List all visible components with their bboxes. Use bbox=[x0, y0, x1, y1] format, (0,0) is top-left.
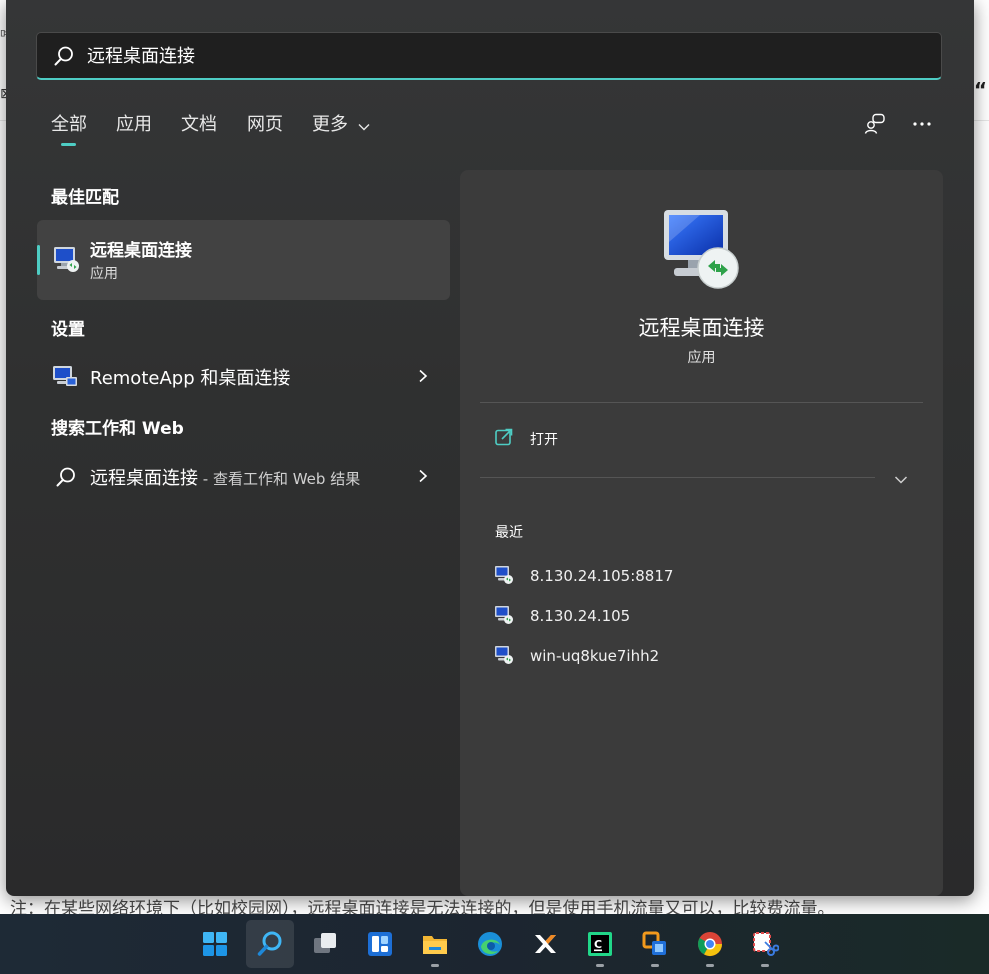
tab-apps[interactable]: 应用 bbox=[116, 110, 152, 136]
task-view-button[interactable] bbox=[301, 920, 349, 968]
running-indicator bbox=[761, 964, 769, 967]
best-match-name: 远程桌面连接 bbox=[90, 241, 192, 261]
web-search-query: 远程桌面连接 bbox=[90, 468, 198, 489]
web-search-result[interactable]: 远程桌面连接 - 查看工作和 Web 结果 bbox=[37, 454, 450, 498]
background-quote-mark: “ bbox=[973, 78, 987, 102]
snipping-tool-button[interactable] bbox=[741, 920, 789, 968]
search-icon bbox=[257, 931, 282, 956]
open-label: 打开 bbox=[530, 432, 558, 448]
windows-start-icon bbox=[203, 932, 227, 956]
rdp-file-icon bbox=[494, 605, 514, 629]
rdp-file-icon bbox=[494, 645, 514, 669]
recent-connection[interactable]: win-uq8kue7ihh2 bbox=[494, 643, 914, 669]
detail-app-name: 远程桌面连接 bbox=[638, 316, 765, 340]
web-search-suffix: - 查看工作和 Web 结果 bbox=[198, 470, 361, 488]
edge-icon bbox=[478, 932, 502, 956]
pycharm-button[interactable]: C bbox=[576, 920, 624, 968]
divider bbox=[480, 477, 875, 478]
chevron-right-icon bbox=[418, 468, 428, 487]
running-indicator bbox=[596, 964, 604, 967]
detail-app-type: 应用 bbox=[687, 350, 716, 366]
remote-desktop-large-icon bbox=[660, 208, 744, 296]
web-search-text: 远程桌面连接 - 查看工作和 Web 结果 bbox=[90, 464, 360, 490]
chevron-right-icon bbox=[418, 368, 428, 387]
xshell-icon bbox=[535, 935, 556, 953]
tab-documents[interactable]: 文档 bbox=[181, 110, 217, 136]
recent-connection-label: 8.130.24.105:8817 bbox=[530, 567, 674, 585]
search-taskbar-button[interactable] bbox=[246, 920, 294, 968]
chrome-button[interactable] bbox=[686, 920, 734, 968]
rdp-file-icon bbox=[494, 565, 514, 589]
best-match-type: 应用 bbox=[90, 266, 118, 282]
tab-more[interactable]: 更多 bbox=[312, 110, 370, 136]
start-button[interactable] bbox=[191, 920, 239, 968]
recent-connection[interactable]: 8.130.24.105:8817 bbox=[494, 563, 914, 589]
svg-text:C: C bbox=[594, 938, 602, 951]
running-indicator bbox=[431, 964, 439, 967]
running-indicator bbox=[706, 964, 714, 967]
web-search-heading: 搜索工作和 Web bbox=[51, 419, 184, 439]
widgets-button[interactable] bbox=[356, 920, 404, 968]
snipping-tool-icon bbox=[753, 932, 779, 956]
tab-web[interactable]: 网页 bbox=[247, 110, 283, 136]
running-indicator bbox=[651, 964, 659, 967]
pycharm-icon: C bbox=[588, 932, 612, 956]
more-options-icon[interactable] bbox=[910, 112, 934, 140]
virtualbox-icon bbox=[642, 931, 666, 955]
open-external-icon bbox=[494, 428, 514, 451]
task-view-icon bbox=[314, 933, 336, 953]
expand-chevron-icon[interactable] bbox=[894, 470, 908, 489]
recent-connection-label: 8.130.24.105 bbox=[530, 607, 631, 625]
chrome-icon bbox=[698, 932, 722, 957]
best-match-heading: 最佳匹配 bbox=[51, 188, 119, 208]
recent-heading: 最近 bbox=[495, 525, 523, 541]
remoteapp-label: RemoteApp 和桌面连接 bbox=[90, 368, 291, 389]
remoteapp-setting-result[interactable]: RemoteApp 和桌面连接 bbox=[37, 354, 450, 398]
remote-desktop-icon bbox=[51, 244, 81, 278]
remoteapp-icon bbox=[51, 364, 79, 394]
selection-indicator bbox=[37, 245, 40, 275]
file-explorer-button[interactable] bbox=[411, 920, 459, 968]
edge-button[interactable] bbox=[466, 920, 514, 968]
search-icon bbox=[53, 45, 75, 71]
xshell-button[interactable] bbox=[521, 920, 569, 968]
detail-pane: 远程桌面连接 应用 打开 最近 8.130.24.105:8817 8.130.… bbox=[460, 170, 943, 896]
recent-connection[interactable]: 8.130.24.105 bbox=[494, 603, 914, 629]
search-icon bbox=[55, 466, 77, 492]
best-match-result[interactable]: 远程桌面连接 应用 bbox=[37, 220, 450, 300]
settings-heading: 设置 bbox=[51, 320, 85, 340]
chevron-down-icon bbox=[358, 115, 370, 136]
search-panel: 全部 应用 文档 网页 更多 最佳匹配 bbox=[6, 0, 974, 896]
virtualbox-button[interactable] bbox=[631, 920, 679, 968]
divider bbox=[480, 402, 923, 403]
recent-connection-label: win-uq8kue7ihh2 bbox=[530, 647, 660, 665]
tab-all[interactable]: 全部 bbox=[51, 110, 87, 146]
widgets-icon bbox=[368, 932, 392, 956]
search-input[interactable] bbox=[87, 33, 907, 77]
open-button[interactable]: 打开 bbox=[494, 427, 558, 451]
account-switch-icon[interactable] bbox=[864, 112, 888, 140]
file-explorer-icon bbox=[423, 936, 447, 954]
taskbar: C bbox=[0, 914, 989, 974]
search-box[interactable] bbox=[36, 32, 942, 80]
tab-more-label: 更多 bbox=[312, 114, 348, 135]
